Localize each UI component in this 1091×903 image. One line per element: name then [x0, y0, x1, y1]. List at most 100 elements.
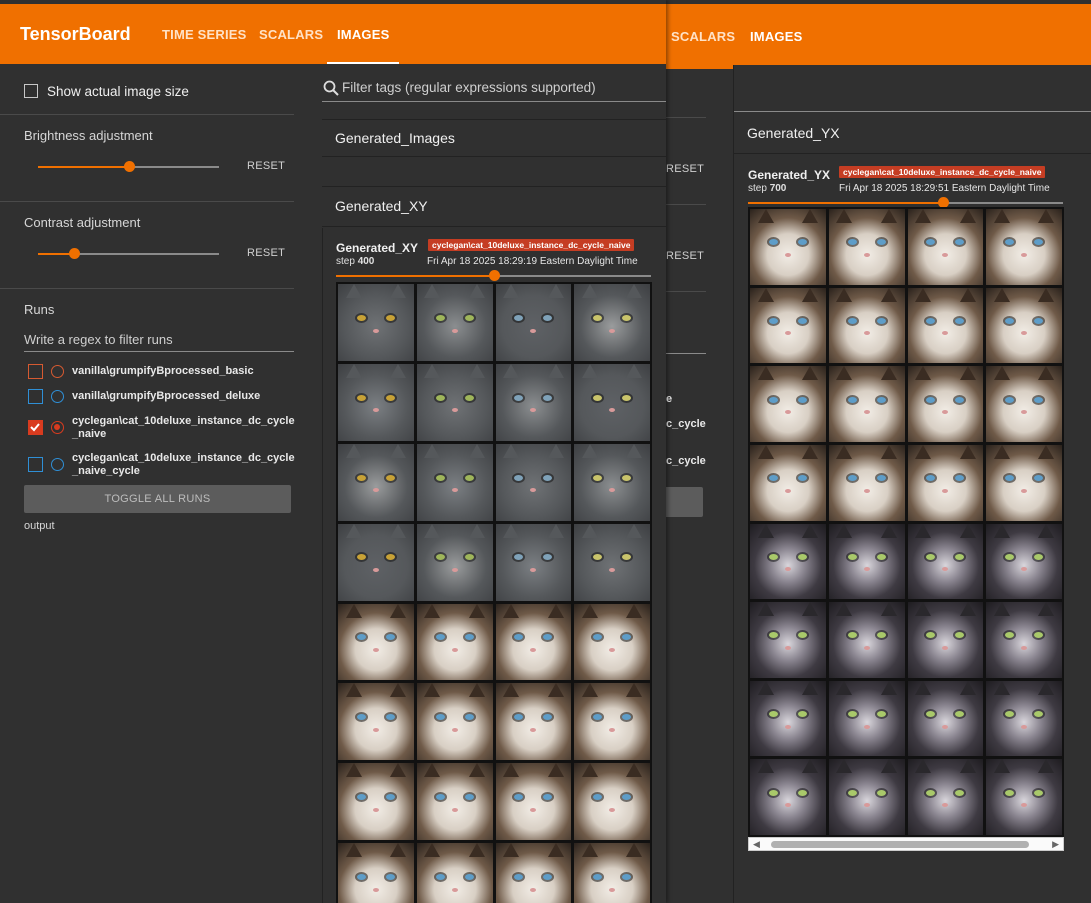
image-thumbnail[interactable]: [986, 680, 1062, 757]
image-thumbnail[interactable]: [907, 523, 984, 600]
image-thumbnail[interactable]: [338, 443, 414, 521]
run-checkbox[interactable]: [28, 364, 43, 379]
image-thumbnail[interactable]: [495, 443, 572, 521]
image-thumbnail[interactable]: [338, 683, 414, 761]
scroll-left-arrow-icon[interactable]: ◀: [753, 839, 760, 850]
image-thumbnail[interactable]: [907, 287, 984, 364]
image-thumbnail[interactable]: [986, 209, 1062, 285]
image-thumbnail[interactable]: [750, 759, 826, 835]
image-thumbnail[interactable]: [828, 209, 905, 285]
back-toggle-all-button[interactable]: [666, 487, 703, 517]
image-thumbnail[interactable]: [574, 523, 650, 601]
run-checkbox[interactable]: [28, 389, 43, 404]
image-thumbnail[interactable]: [907, 680, 984, 757]
runs-filter-input[interactable]: Write a regex to filter runs: [24, 332, 173, 347]
image-thumbnail[interactable]: [574, 843, 650, 903]
image-thumbnail[interactable]: [416, 843, 493, 903]
filter-tags-input[interactable]: Filter tags (regular expressions support…: [342, 80, 596, 95]
image-thumbnail[interactable]: [828, 444, 905, 521]
cat-nose: [609, 648, 616, 653]
image-thumbnail[interactable]: [574, 363, 650, 441]
image-thumbnail[interactable]: [986, 759, 1062, 835]
image-thumbnail[interactable]: [828, 366, 905, 442]
image-thumbnail[interactable]: [416, 363, 493, 441]
back-tab-scalars[interactable]: SCALARS: [671, 4, 735, 69]
image-thumbnail[interactable]: [495, 763, 572, 841]
back-section-generated-yx[interactable]: Generated_YX: [747, 125, 840, 141]
scroll-thumb[interactable]: [771, 841, 1029, 848]
image-thumbnail[interactable]: [828, 680, 905, 757]
image-thumbnail[interactable]: [986, 366, 1062, 442]
section-generated-images[interactable]: Generated_Images: [322, 119, 666, 157]
image-thumbnail[interactable]: [416, 603, 493, 681]
image-thumbnail[interactable]: [338, 763, 414, 841]
section-generated-xy[interactable]: Generated_XY: [322, 188, 666, 227]
image-thumbnail[interactable]: [828, 602, 905, 678]
image-thumbnail[interactable]: [986, 287, 1062, 364]
image-thumbnail[interactable]: [828, 523, 905, 600]
card-yx-horizontal-scrollbar[interactable]: ◀ ▶: [748, 837, 1064, 851]
image-thumbnail[interactable]: [495, 603, 572, 681]
image-thumbnail[interactable]: [986, 444, 1062, 521]
image-thumbnail[interactable]: [338, 284, 414, 361]
image-thumbnail[interactable]: [574, 443, 650, 521]
image-thumbnail[interactable]: [416, 683, 493, 761]
tab-images[interactable]: IMAGES: [326, 4, 401, 64]
image-thumbnail[interactable]: [750, 287, 826, 364]
image-thumbnail[interactable]: [416, 443, 493, 521]
run-color-dot[interactable]: [51, 390, 64, 403]
image-thumbnail[interactable]: [495, 683, 572, 761]
back-brightness-reset[interactable]: RESET: [666, 163, 704, 175]
image-thumbnail[interactable]: [986, 602, 1062, 678]
image-thumbnail[interactable]: [750, 444, 826, 521]
app-logo[interactable]: TensorBoard: [20, 4, 131, 64]
image-thumbnail[interactable]: [750, 366, 826, 442]
image-thumbnail[interactable]: [907, 602, 984, 678]
run-checkbox[interactable]: [28, 457, 43, 472]
image-thumbnail[interactable]: [907, 759, 984, 835]
image-thumbnail[interactable]: [416, 284, 493, 361]
card-xy-step-slider-thumb[interactable]: [489, 270, 500, 281]
image-thumbnail[interactable]: [907, 209, 984, 285]
tab-scalars[interactable]: SCALARS: [259, 4, 323, 64]
run-color-dot[interactable]: [51, 458, 64, 471]
image-thumbnail[interactable]: [416, 763, 493, 841]
cat-eye: [593, 394, 603, 401]
image-thumbnail[interactable]: [416, 523, 493, 601]
image-thumbnail[interactable]: [828, 287, 905, 364]
image-thumbnail[interactable]: [338, 363, 414, 441]
contrast-reset-button[interactable]: RESET: [247, 247, 285, 259]
image-thumbnail[interactable]: [574, 284, 650, 361]
run-checkbox-checked[interactable]: [28, 420, 43, 435]
image-thumbnail[interactable]: [907, 444, 984, 521]
image-thumbnail[interactable]: [750, 523, 826, 600]
image-thumbnail[interactable]: [338, 843, 414, 903]
image-thumbnail[interactable]: [495, 523, 572, 601]
image-thumbnail[interactable]: [495, 284, 572, 361]
image-thumbnail[interactable]: [828, 759, 905, 835]
image-thumbnail[interactable]: [574, 603, 650, 681]
image-thumbnail[interactable]: [907, 366, 984, 442]
image-thumbnail[interactable]: [338, 603, 414, 681]
image-thumbnail[interactable]: [750, 209, 826, 285]
image-thumbnail[interactable]: [986, 523, 1062, 600]
show-actual-size-checkbox[interactable]: [24, 84, 38, 98]
back-tab-images[interactable]: IMAGES: [739, 4, 814, 69]
run-color-dot[interactable]: [51, 421, 64, 434]
scroll-right-arrow-icon[interactable]: ▶: [1052, 839, 1059, 850]
toggle-all-runs-button[interactable]: TOGGLE ALL RUNS: [24, 485, 291, 513]
cat-eye: [385, 873, 395, 880]
run-color-dot[interactable]: [51, 365, 64, 378]
image-thumbnail[interactable]: [495, 843, 572, 903]
brightness-reset-button[interactable]: RESET: [247, 160, 285, 172]
brightness-slider-thumb[interactable]: [124, 161, 135, 172]
back-contrast-reset[interactable]: RESET: [666, 250, 704, 262]
image-thumbnail[interactable]: [338, 523, 414, 601]
image-thumbnail[interactable]: [750, 602, 826, 678]
image-thumbnail[interactable]: [574, 683, 650, 761]
image-thumbnail[interactable]: [750, 680, 826, 757]
tab-time-series[interactable]: TIME SERIES: [162, 4, 247, 64]
image-thumbnail[interactable]: [574, 763, 650, 841]
contrast-slider-thumb[interactable]: [69, 248, 80, 259]
image-thumbnail[interactable]: [495, 363, 572, 441]
